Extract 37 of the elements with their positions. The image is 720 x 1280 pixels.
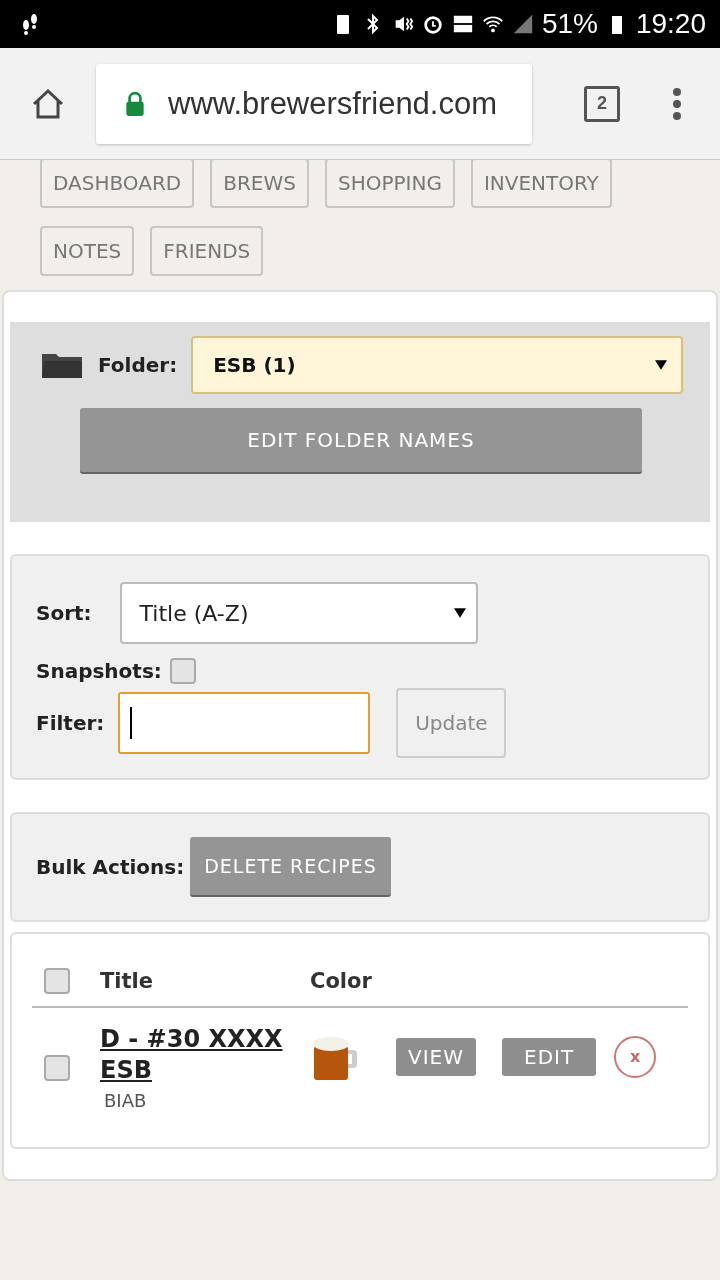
nav-button[interactable]: NOTES bbox=[40, 226, 135, 276]
row-checkbox[interactable] bbox=[44, 1054, 70, 1081]
view-button[interactable]: VIEW bbox=[396, 1037, 476, 1076]
nav-button[interactable]: DASHBOARD bbox=[40, 158, 195, 208]
signal-icon bbox=[511, 12, 534, 36]
more-menu-icon[interactable] bbox=[672, 85, 682, 122]
sort-label: Sort: bbox=[36, 601, 92, 625]
snapshots-checkbox[interactable] bbox=[169, 658, 196, 684]
edit-button[interactable]: EDIT bbox=[502, 1037, 597, 1076]
filter-input[interactable] bbox=[118, 692, 371, 754]
folder-select[interactable]: ESB (1) bbox=[191, 336, 684, 394]
folder-label: Folder: bbox=[98, 353, 178, 377]
nav-button[interactable]: BREWS bbox=[210, 158, 309, 208]
nav-button[interactable]: INVENTORY bbox=[470, 158, 612, 208]
select-all-checkbox[interactable] bbox=[44, 968, 70, 994]
nav-button[interactable]: SHOPPING bbox=[324, 158, 455, 208]
edit-folder-names-button[interactable]: EDIT FOLDER NAMES bbox=[80, 408, 642, 474]
column-header: Color bbox=[310, 969, 372, 993]
nav-button[interactable]: FRIENDS bbox=[150, 226, 264, 276]
column-header: Title bbox=[100, 969, 154, 993]
lock-icon bbox=[124, 90, 146, 117]
address-bar[interactable]: www.brewersfriend.com bbox=[96, 63, 532, 144]
delete-recipes-button[interactable]: DELETE RECIPES bbox=[190, 837, 391, 897]
snapshots-label: Snapshots: bbox=[36, 659, 162, 683]
bulk-actions-label: Bulk Actions: bbox=[36, 855, 185, 879]
battery-percent: 51% bbox=[541, 8, 598, 40]
footsteps-icon bbox=[20, 12, 40, 36]
caret-icon bbox=[655, 360, 668, 370]
recipe-link[interactable]: D - #30 XXXX ESB bbox=[100, 1024, 300, 1087]
sort-select[interactable]: Title (A-Z) bbox=[119, 582, 478, 644]
tab-count-button[interactable]: 2 bbox=[584, 85, 620, 122]
filter-label: Filter: bbox=[36, 711, 105, 735]
delete-button[interactable]: x bbox=[614, 1035, 657, 1078]
clock: 19:20 bbox=[635, 8, 706, 40]
caret-icon bbox=[453, 608, 466, 618]
update-button[interactable]: Update bbox=[396, 688, 507, 758]
recipe-method: BIAB bbox=[104, 1090, 148, 1112]
